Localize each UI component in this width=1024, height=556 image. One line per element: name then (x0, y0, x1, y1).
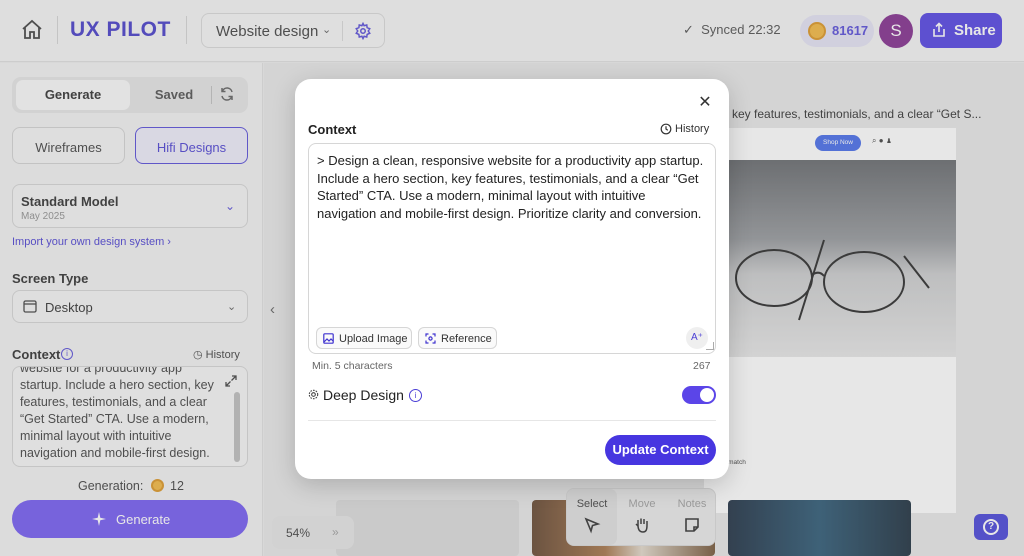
min-characters-hint: Min. 5 characters (312, 360, 393, 372)
resize-handle[interactable] (706, 342, 714, 350)
deep-design-label: Deep Design (323, 387, 404, 403)
character-count: 267 (693, 360, 711, 372)
modal-context-label: Context (308, 122, 357, 137)
reference-icon (425, 333, 436, 344)
upload-image-label: Upload Image (339, 333, 408, 345)
modal-context-text: > Design a clean, responsive website for… (317, 153, 704, 221)
upload-image-button[interactable]: Upload Image (316, 327, 412, 349)
reference-button[interactable]: Reference (418, 327, 497, 349)
deep-design-toggle[interactable] (682, 386, 716, 404)
toggle-knob (700, 388, 714, 402)
divider (308, 420, 716, 421)
image-icon (323, 333, 334, 344)
reference-label: Reference (441, 333, 492, 345)
context-modal: ✕ Context History > Design a clean, resp… (295, 79, 729, 479)
gear-icon (308, 389, 319, 400)
history-label: History (675, 123, 710, 135)
info-icon[interactable]: i (409, 389, 422, 402)
modal-context-textarea[interactable]: > Design a clean, responsive website for… (308, 143, 716, 354)
close-icon[interactable]: ✕ (697, 95, 713, 111)
enhance-icon[interactable]: A⁺ (686, 327, 708, 349)
update-context-button[interactable]: Update Context (605, 435, 716, 465)
history-icon (660, 123, 672, 135)
